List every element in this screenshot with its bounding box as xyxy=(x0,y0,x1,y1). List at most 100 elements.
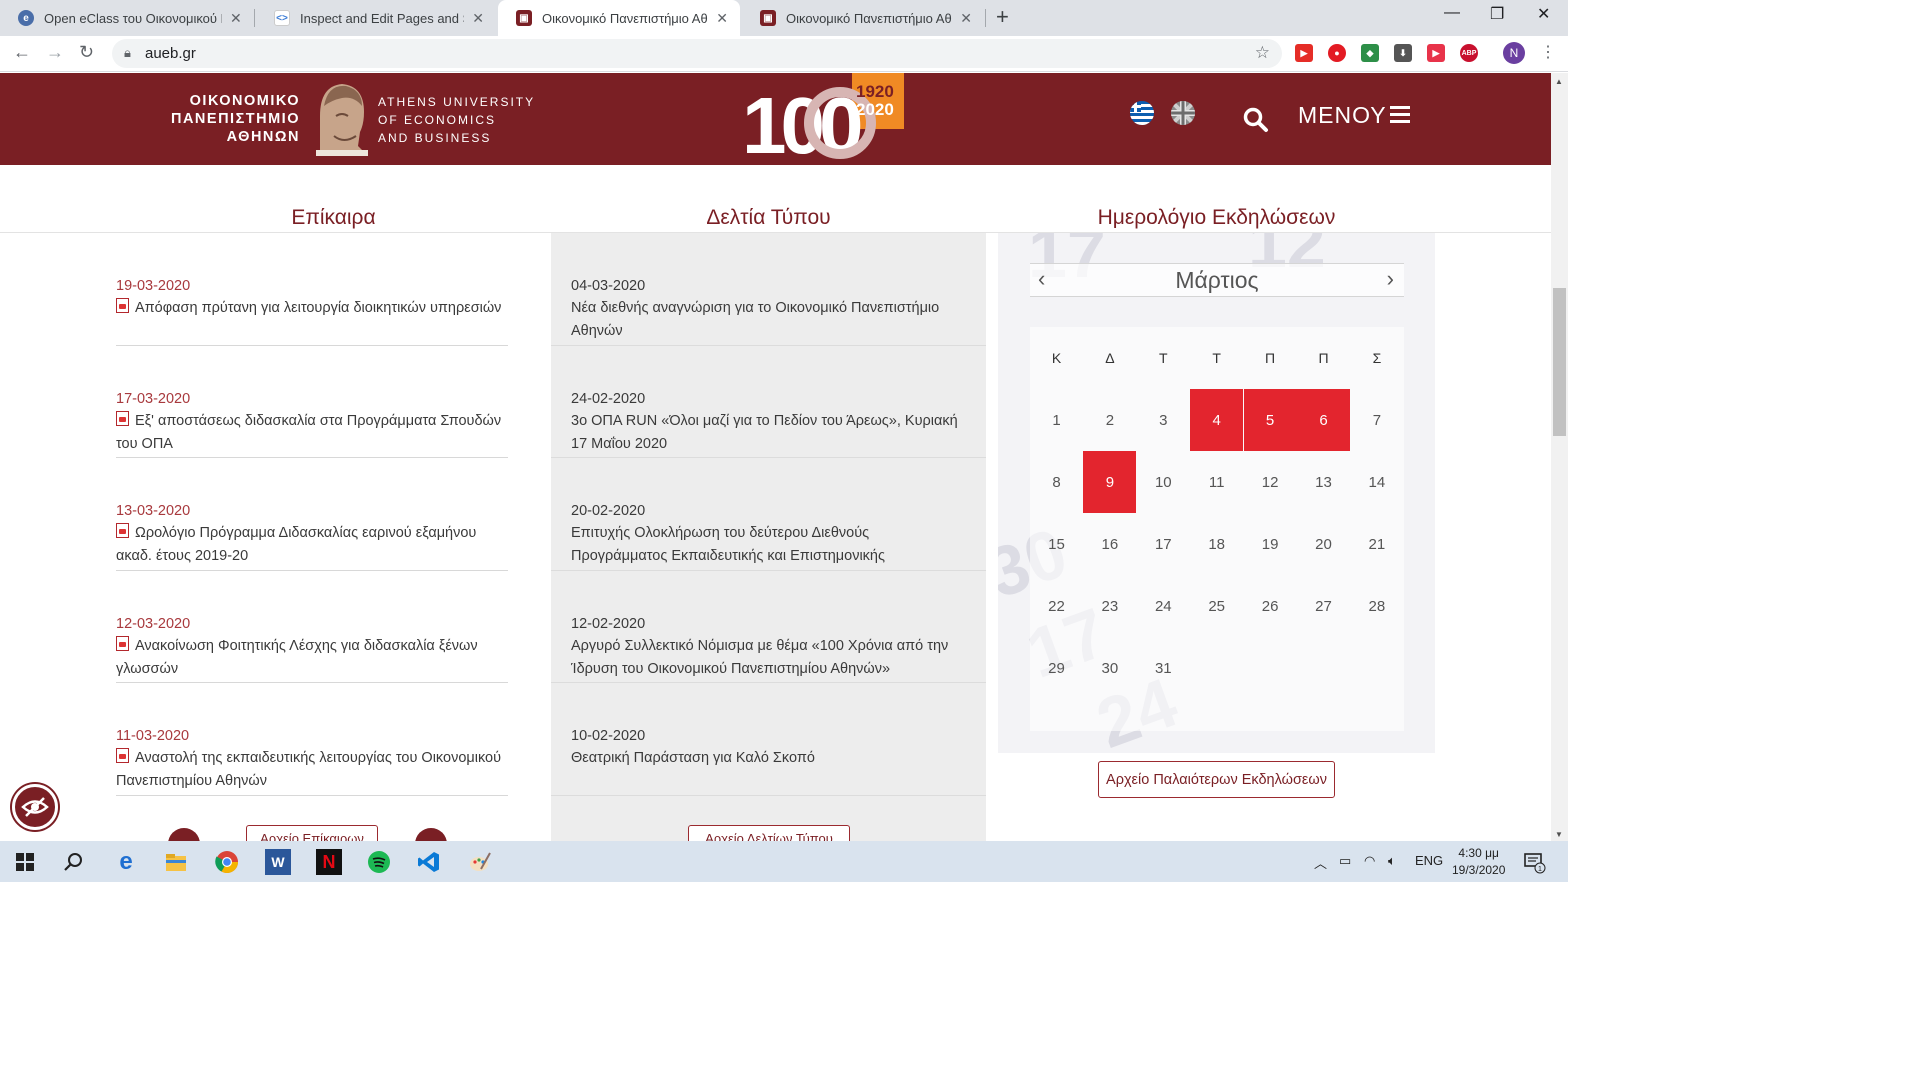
press-column-title[interactable]: Δελτία Τύπου xyxy=(551,206,986,230)
browser-menu-icon[interactable]: ⋮ xyxy=(1540,42,1556,62)
news-column-title[interactable]: Επίκαιρα xyxy=(116,206,551,230)
minimize-window-icon[interactable]: — xyxy=(1444,4,1460,22)
press-item[interactable]: 10-02-2020 Θεατρική Παράσταση για Καλό Σ… xyxy=(551,683,986,796)
lock-icon[interactable]: 🔒︎ xyxy=(124,45,131,61)
close-tab-icon[interactable]: ✕ xyxy=(472,10,484,27)
paint-icon[interactable] xyxy=(467,849,493,875)
bookmark-star-icon[interactable]: ☆ xyxy=(1255,43,1270,63)
calendar-day[interactable]: 18 xyxy=(1190,513,1243,575)
extension-icon[interactable]: ▶ xyxy=(1295,44,1313,62)
show-hidden-icons-icon[interactable]: ︿ xyxy=(1314,853,1327,872)
calendar-day[interactable]: 7 xyxy=(1350,389,1403,451)
news-link[interactable]: Απόφαση πρύτανη για λειτουργία διοικητικ… xyxy=(135,300,501,316)
back-icon[interactable]: ← xyxy=(13,42,31,63)
scroll-down-icon[interactable]: ▼ xyxy=(1555,830,1563,839)
next-month-icon[interactable]: › xyxy=(1387,266,1394,292)
close-tab-icon[interactable]: ✕ xyxy=(716,10,728,27)
chrome-icon[interactable] xyxy=(214,849,240,875)
browser-tab-active[interactable]: ▣ Οικονομικό Πανεπιστήμιο Αθηνών ✕ xyxy=(498,0,740,36)
uk-flag-icon[interactable] xyxy=(1171,101,1195,125)
calendar-day[interactable]: 21 xyxy=(1350,513,1403,575)
calendar-day[interactable]: 16 xyxy=(1083,513,1136,575)
press-link[interactable]: 3ο ΟΠΑ RUN «Όλοι μαζί για το Πεδίον του … xyxy=(571,410,966,456)
calendar-day[interactable]: 22 xyxy=(1030,575,1083,637)
press-link[interactable]: Νέα διεθνής αναγνώριση για το Οικονομικό… xyxy=(571,297,966,343)
news-link[interactable]: Ανακοίνωση Φοιτητικής Λέσχης για διδασκα… xyxy=(116,638,478,677)
calendar-column-title[interactable]: Ημερολόγιο Εκδηλώσεων xyxy=(998,206,1435,230)
browser-tab[interactable]: <> Inspect and Edit Pages and Styles ✕ xyxy=(256,0,496,36)
battery-icon[interactable]: ▭ xyxy=(1339,853,1351,869)
lastpass-extension-icon[interactable]: ● xyxy=(1328,44,1346,62)
calendar-day[interactable]: 13 xyxy=(1297,451,1350,513)
press-item[interactable]: 04-03-2020 Νέα διεθνής αναγνώριση για το… xyxy=(551,233,986,346)
news-link[interactable]: Ωρολόγιο Πρόγραμμα Διδασκαλίας εαρινού ε… xyxy=(116,525,476,564)
news-item[interactable]: 12-03-2020 Ανακοίνωση Φοιτητικής Λέσχης … xyxy=(116,571,508,683)
windows-start-icon[interactable] xyxy=(12,849,38,875)
spotify-icon[interactable] xyxy=(366,849,392,875)
calendar-day-with-event[interactable]: 6 xyxy=(1297,389,1350,451)
adblock-plus-icon[interactable]: ABP xyxy=(1460,44,1478,62)
url-text[interactable]: aueb.gr xyxy=(145,45,196,62)
word-icon[interactable]: W xyxy=(265,849,291,875)
calendar-day[interactable]: 8 xyxy=(1030,451,1083,513)
calendar-day[interactable]: 28 xyxy=(1350,575,1403,637)
language-indicator[interactable]: ENG xyxy=(1415,853,1443,868)
calendar-day-with-event[interactable]: 9 xyxy=(1083,451,1137,513)
accessibility-widget-button[interactable] xyxy=(12,784,58,830)
hamburger-icon[interactable] xyxy=(1390,106,1410,127)
extension-icon[interactable]: ▶ xyxy=(1427,44,1445,62)
page-scrollbar[interactable]: ▲ ▼ xyxy=(1551,73,1568,841)
calendar-day[interactable]: 29 xyxy=(1030,637,1083,699)
calendar-day[interactable]: 25 xyxy=(1190,575,1243,637)
events-archive-button[interactable]: Αρχείο Παλαιότερων Εκδηλώσεων xyxy=(1098,761,1335,798)
news-item[interactable]: 11-03-2020 Αναστολή της εκπαιδευτικής λε… xyxy=(116,683,508,796)
file-explorer-icon[interactable] xyxy=(163,849,189,875)
calendar-day[interactable]: 1 xyxy=(1030,389,1083,451)
close-tab-icon[interactable]: ✕ xyxy=(960,10,972,27)
news-item[interactable]: 19-03-2020 Απόφαση πρύτανη για λειτουργί… xyxy=(116,233,508,346)
news-link[interactable]: Εξ' αποστάσεως διδασκαλία στα Προγράμματ… xyxy=(116,413,501,452)
calendar-day[interactable]: 2 xyxy=(1083,389,1136,451)
calendar-day[interactable]: 31 xyxy=(1137,637,1190,699)
logo-english-text[interactable]: ATHENS UNIVERSITY OF ECONOMICS AND BUSIN… xyxy=(378,93,535,147)
press-link[interactable]: Θεατρική Παράσταση για Καλό Σκοπό xyxy=(571,747,966,793)
calendar-day[interactable]: 17 xyxy=(1137,513,1190,575)
volume-icon[interactable]: 🔈︎ xyxy=(1388,853,1396,869)
omnibox[interactable]: 🔒︎ aueb.gr ☆ xyxy=(112,39,1282,68)
news-item[interactable]: 13-03-2020 Ωρολόγιο Πρόγραμμα Διδασκαλία… xyxy=(116,458,508,571)
calendar-day[interactable]: 14 xyxy=(1350,451,1403,513)
edge-browser-icon[interactable]: e xyxy=(113,848,139,875)
scrollbar-thumb[interactable] xyxy=(1553,288,1566,436)
search-icon[interactable] xyxy=(1243,107,1269,133)
calendar-day[interactable]: 15 xyxy=(1030,513,1083,575)
press-item[interactable]: 12-02-2020 Αργυρό Συλλεκτικό Νόμισμα με … xyxy=(551,571,986,683)
press-item[interactable]: 24-02-2020 3ο ΟΠΑ RUN «Όλοι μαζί για το … xyxy=(551,346,986,458)
university-logo-head-icon[interactable] xyxy=(306,76,371,158)
menu-button[interactable]: ΜΕΝΟΥ xyxy=(1298,102,1387,129)
press-item[interactable]: 20-02-2020 Επιτυχής Ολοκλήρωση του δεύτε… xyxy=(551,458,986,571)
press-link[interactable]: Επιτυχής Ολοκλήρωση του δεύτερου Διεθνού… xyxy=(571,522,966,570)
vscode-icon[interactable] xyxy=(416,849,442,875)
restore-window-icon[interactable]: ❐ xyxy=(1490,4,1504,24)
calendar-day[interactable]: 3 xyxy=(1137,389,1190,451)
notifications-icon[interactable]: 1 xyxy=(1521,849,1547,875)
wifi-icon[interactable]: ◠ xyxy=(1364,853,1375,869)
press-link[interactable]: Αργυρό Συλλεκτικό Νόμισμα με θέμα «100 Χ… xyxy=(571,635,966,681)
news-item[interactable]: 17-03-2020 Εξ' αποστάσεως διδασκαλία στα… xyxy=(116,346,508,458)
calendar-day[interactable]: 27 xyxy=(1297,575,1350,637)
calendar-day[interactable]: 23 xyxy=(1083,575,1136,637)
anniversary-100-logo[interactable]: 100 1920 2020 xyxy=(740,73,910,165)
netflix-icon[interactable]: N xyxy=(316,849,342,875)
calendar-day[interactable]: 11 xyxy=(1190,451,1243,513)
greek-flag-icon[interactable] xyxy=(1130,101,1154,125)
reload-icon[interactable]: ↻ xyxy=(79,42,94,63)
calendar-day-with-event[interactable]: 5 xyxy=(1243,389,1297,451)
calendar-day[interactable]: 24 xyxy=(1137,575,1190,637)
download-extension-icon[interactable]: ⬇ xyxy=(1394,44,1412,62)
logo-greek-text[interactable]: ΟΙΚΟΝΟΜΙΚΟ ΠΑΝΕΠΙΣΤΗΜΙΟ ΑΘΗΝΩΝ xyxy=(140,92,300,146)
close-window-icon[interactable]: ✕ xyxy=(1537,4,1550,24)
calendar-day-with-event[interactable]: 4 xyxy=(1190,389,1244,451)
browser-tab[interactable]: e Open eClass του Οικονομικού Πανεπιστημ… xyxy=(0,0,254,36)
calendar-day[interactable]: 19 xyxy=(1244,513,1297,575)
news-link[interactable]: Αναστολή της εκπαιδευτικής λειτουργίας τ… xyxy=(116,750,501,789)
